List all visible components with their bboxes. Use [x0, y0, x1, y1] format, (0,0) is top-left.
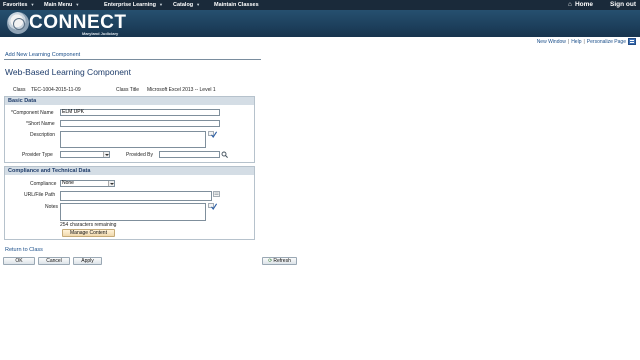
characters-remaining: 254 characters remaining — [60, 222, 117, 228]
maintain-classes-link[interactable]: Maintain Classes — [214, 2, 259, 8]
class-title-value: Microsoft Excel 2013 -- Level 1 — [147, 87, 216, 93]
cancel-button[interactable]: Cancel — [38, 257, 70, 265]
judiciary-seal-logo — [7, 12, 29, 34]
new-window-link[interactable]: New Window — [537, 39, 566, 45]
compliance-select[interactable]: None — [60, 180, 115, 187]
utility-links: New Window | Help | Personalize Page — [537, 39, 626, 45]
return-to-class-link[interactable]: Return to Class — [5, 247, 43, 253]
personalize-page-link[interactable]: Personalize Page — [587, 39, 626, 45]
search-icon[interactable] — [221, 151, 228, 158]
manage-content-button[interactable]: Manage Content — [62, 229, 115, 237]
section-heading: Compliance and Technical Data — [5, 167, 254, 175]
chevron-down-icon — [103, 152, 109, 157]
provider-type-label: Provider Type — [22, 152, 53, 158]
page-title: Web-Based Learning Component — [5, 67, 132, 77]
home-icon: ⌂ — [568, 1, 572, 8]
separator: | — [583, 39, 585, 45]
url-file-path-textarea[interactable] — [60, 191, 212, 201]
class-label: Class — [13, 87, 26, 93]
chevron-down-icon: ▼ — [75, 2, 80, 7]
separator: | — [567, 39, 570, 45]
breadcrumb[interactable]: Add New Learning Component — [5, 52, 80, 58]
main-menu-label: Main Menu — [44, 2, 73, 8]
refresh-label: Refresh — [273, 258, 291, 264]
notes-label: Notes — [45, 204, 59, 210]
favorites-label: Favorites — [3, 2, 28, 8]
apply-button[interactable]: Apply — [73, 257, 102, 265]
divider — [4, 59, 261, 60]
brand-subtitle: Maryland Judiciary — [82, 31, 119, 36]
refresh-icon: ⟳ — [268, 258, 273, 264]
main-menu[interactable]: Main Menu ▼ — [44, 2, 79, 8]
chevron-down-icon: ▼ — [30, 2, 35, 7]
url-file-path-label: URL/File Path — [24, 192, 56, 198]
chevron-down-icon: ▼ — [196, 2, 201, 7]
section-heading: Basic Data — [5, 97, 254, 105]
help-link[interactable]: Help — [571, 39, 581, 45]
provider-type-select[interactable] — [60, 151, 110, 158]
ok-button[interactable]: OK — [3, 257, 35, 265]
provided-by-input[interactable] — [159, 151, 220, 158]
component-name-input[interactable]: ELM UPK — [60, 109, 220, 116]
enterprise-learning-label: Enterprise Learning — [104, 2, 156, 8]
compliance-label: Compliance — [30, 181, 57, 187]
notes-textarea[interactable] — [60, 203, 206, 221]
favorites-menu[interactable]: Favorites ▼ — [3, 2, 34, 8]
top-navigation-bar: Favorites ▼ Main Menu ▼ Enterprise Learnin… — [0, 0, 640, 10]
chevron-down-icon — [108, 181, 114, 186]
edit-field-icon[interactable] — [213, 191, 222, 198]
page-menu-icon[interactable] — [628, 38, 636, 45]
description-textarea[interactable] — [60, 131, 206, 148]
component-name-label: *Component Name — [11, 110, 54, 116]
spell-check-icon[interactable] — [208, 131, 217, 138]
description-label: Description — [30, 132, 56, 138]
provided-by-label: Provided By — [126, 152, 153, 158]
home-label: Home — [574, 1, 593, 8]
short-name-input[interactable] — [60, 120, 220, 127]
class-value: TEC-1004-2015-11-09 — [31, 87, 81, 93]
chevron-down-icon: ▼ — [158, 2, 163, 7]
spell-check-icon[interactable] — [208, 203, 217, 210]
catalog-menu[interactable]: Catalog ▼ — [173, 2, 200, 8]
catalog-label: Catalog — [173, 2, 194, 8]
sign-out-link[interactable]: Sign out — [610, 1, 636, 8]
short-name-label: *Short Name — [26, 121, 55, 127]
class-title-label: Class Title — [116, 87, 140, 93]
home-link[interactable]: ⌂ Home — [568, 1, 593, 8]
enterprise-learning-menu[interactable]: Enterprise Learning ▼ — [104, 2, 163, 8]
refresh-button[interactable]: ⟳Refresh — [262, 257, 297, 265]
compliance-value: None — [62, 180, 74, 186]
